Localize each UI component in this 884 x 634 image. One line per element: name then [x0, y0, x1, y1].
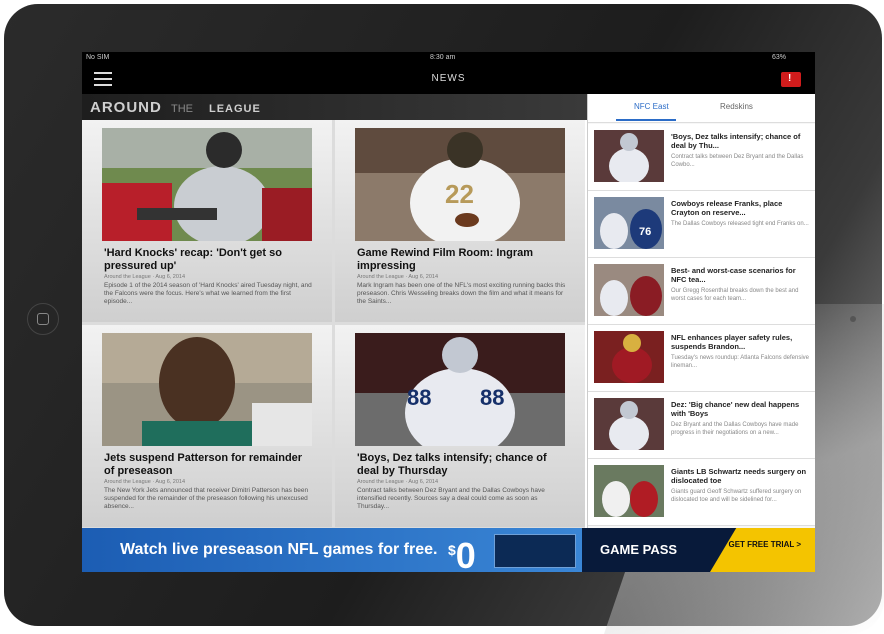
- item-summary: Tuesday's news roundup: Atlanta Falcons …: [671, 355, 810, 369]
- item-thumbnail: 76: [594, 197, 664, 249]
- article-byline: Around the League · Aug 6, 2014: [104, 274, 186, 280]
- promo-left-panel: Watch live preseason NFL games for free.…: [82, 528, 582, 572]
- article-card[interactable]: 'Hard Knocks' recap: 'Don't get so press…: [82, 120, 332, 322]
- list-item[interactable]: NFL enhances player safety rules, suspen…: [588, 325, 815, 392]
- item-thumbnail: [594, 331, 664, 383]
- page-title: NEWS: [431, 73, 466, 84]
- list-item[interactable]: Best- and worst-case scenarios for NFC t…: [588, 258, 815, 325]
- alert-icon[interactable]: [781, 72, 801, 87]
- article-card[interactable]: Jets suspend Patterson for remainder of …: [82, 325, 332, 527]
- home-button[interactable]: [27, 303, 59, 335]
- article-summary: The New York Jets announced that receive…: [104, 487, 309, 510]
- carrier-label: No SIM: [86, 54, 110, 61]
- article-photo: [102, 128, 312, 241]
- status-bar: No SIM 8:30 am 63%: [82, 52, 815, 64]
- item-summary: Contract talks between Dez Bryant and th…: [671, 154, 804, 168]
- price-symbol: $: [448, 542, 456, 558]
- article-summary: Contract talks between Dez Bryant and th…: [357, 487, 545, 510]
- item-summary: The Dallas Cowboys released tight end Fr…: [671, 221, 809, 227]
- item-title: NFL enhances player safety rules, suspen…: [671, 333, 793, 351]
- article-grid: 'Hard Knocks' recap: 'Don't get so press…: [82, 120, 585, 528]
- clock: 8:30 am: [430, 54, 456, 61]
- item-thumbnail: [594, 398, 664, 450]
- devices-image: [494, 534, 576, 568]
- promo-text: Watch live preseason NFL games for free.: [120, 541, 438, 558]
- svg-text:76: 76: [639, 226, 651, 238]
- battery-level: 63%: [772, 54, 787, 61]
- article-byline: Around the League · Aug 6, 2014: [357, 274, 439, 280]
- article-summary: Episode 1 of the 2014 season of 'Hard Kn…: [104, 282, 312, 305]
- tab-redskins[interactable]: Redskins: [720, 102, 753, 111]
- section-brand-tertiary: LEAGUE: [209, 103, 261, 115]
- price-value: 0: [455, 535, 476, 573]
- section-brand-secondary: THE: [171, 103, 193, 115]
- article-headline: 'Hard Knocks' recap: 'Don't get so press…: [104, 247, 282, 272]
- app-screen: No SIM 8:30 am 63% NEWS AROUND THE LEAGU…: [82, 52, 815, 572]
- item-thumbnail: [594, 130, 664, 182]
- article-byline: Around the League · Aug 6, 2014: [357, 479, 439, 485]
- sidebar: NFC East Redskins 'Boys, Dez talks inten…: [587, 94, 815, 528]
- article-headline: 'Boys, Dez talks intensify; chance of de…: [357, 452, 547, 477]
- active-tab-indicator: [616, 119, 676, 121]
- svg-text:88: 88: [480, 385, 504, 410]
- svg-text:22: 22: [445, 179, 474, 209]
- item-title: Dez: 'Big chance' new deal happens with …: [671, 400, 800, 418]
- svg-text:88: 88: [407, 385, 431, 410]
- section-brand-primary: AROUND: [90, 99, 162, 116]
- camera-icon: [850, 316, 856, 322]
- item-title: Best- and worst-case scenarios for NFC t…: [671, 266, 796, 284]
- app-bar: NEWS: [82, 64, 815, 94]
- item-summary: Our Gregg Rosenthal breaks down the best…: [671, 288, 799, 302]
- section-header: AROUND THE LEAGUE: [82, 94, 587, 120]
- list-item[interactable]: Giants LB Schwartz needs surgery on disl…: [588, 459, 815, 526]
- item-thumbnail: [594, 264, 664, 316]
- product-name: GAME PASS: [600, 542, 678, 557]
- article-card[interactable]: 22 Game Rewind Film Room: Ingram impress…: [335, 120, 585, 322]
- list-item[interactable]: Dez: 'Big chance' new deal happens with …: [588, 392, 815, 459]
- article-summary: Mark Ingram has been one of the NFL's mo…: [357, 282, 566, 305]
- sidebar-tabs: NFC East Redskins: [588, 94, 815, 123]
- item-title: Giants LB Schwartz needs surgery on disl…: [671, 467, 807, 485]
- article-card[interactable]: 88 88 'Boys, Dez talks intensify; chance…: [335, 325, 585, 527]
- article-photo: 22: [355, 128, 565, 241]
- item-summary: Dez Bryant and the Dallas Cowboys have m…: [671, 422, 799, 436]
- article-photo: [102, 333, 312, 446]
- item-summary: Giants guard Geoff Schwartz suffered sur…: [671, 489, 802, 503]
- item-title: Cowboys release Franks, place Crayton on…: [671, 199, 783, 217]
- article-headline: Jets suspend Patterson for remainder of …: [104, 452, 303, 477]
- list-item[interactable]: 76 Cowboys release Franks, place Crayton…: [588, 191, 815, 258]
- article-photo: 88 88: [355, 333, 565, 446]
- list-item[interactable]: 'Boys, Dez talks intensify; chance of de…: [588, 124, 815, 191]
- promo-price: $0: [448, 532, 476, 573]
- tab-nfc-east[interactable]: NFC East: [634, 102, 669, 111]
- article-byline: Around the League · Aug 6, 2014: [104, 479, 186, 485]
- item-title: 'Boys, Dez talks intensify; chance of de…: [671, 132, 801, 150]
- free-trial-label: GET FREE TRIAL >: [728, 540, 801, 549]
- promo-banner[interactable]: Watch live preseason NFL games for free.…: [82, 528, 815, 572]
- article-headline: Game Rewind Film Room: Ingram impressing: [357, 247, 534, 272]
- item-thumbnail: [594, 465, 664, 517]
